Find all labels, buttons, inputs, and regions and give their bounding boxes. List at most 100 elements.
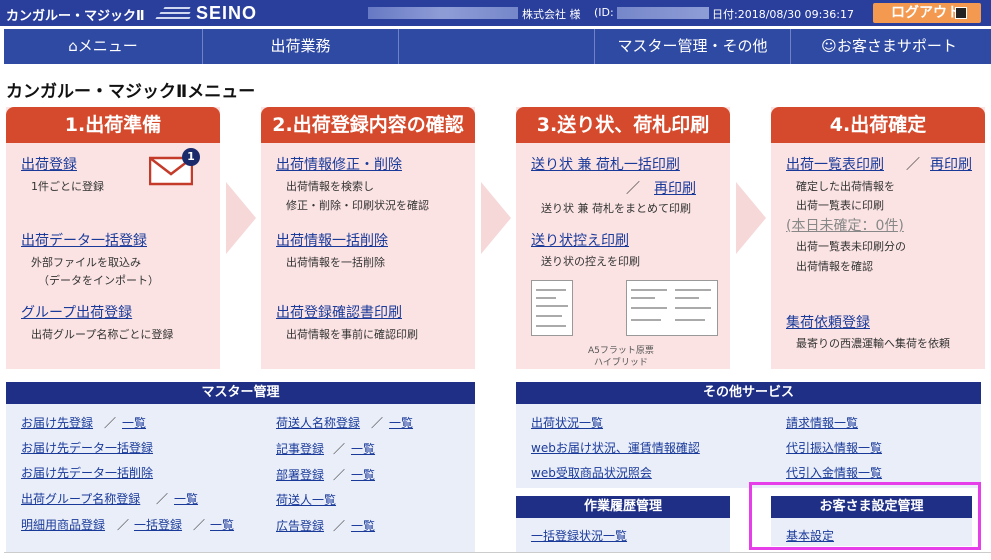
separator: ／ [906, 157, 920, 173]
step-arrow [481, 182, 511, 254]
form-caption: ハイブリッド [594, 358, 648, 368]
step-desc: 出荷情報を検索し [286, 180, 374, 193]
step-desc: 修正・削除・印刷状況を確認 [286, 199, 429, 212]
step-desc: 外部ファイルを取込み [31, 256, 141, 269]
separator: ／ [117, 518, 130, 532]
cod-payment-list-link[interactable]: 代引入金情報一覧 [786, 464, 882, 481]
sender-list-link[interactable]: 荷送人一覧 [276, 491, 336, 508]
step-desc: 最寄りの西濃運輸へ集荷を依頼 [796, 337, 950, 350]
date-display: 日付:2018/08/30 09:36:17 [712, 8, 855, 21]
step-desc: 出荷一覧表に印刷 [796, 199, 884, 212]
redacted-company-name [368, 7, 518, 19]
step-desc: 確定した出荷情報を [796, 180, 895, 193]
web-receipt-status-link[interactable]: web受取商品状況照会 [531, 464, 652, 481]
user-id-label: (ID: [594, 6, 614, 19]
step-desc: 出荷グループ名称ごとに登録 [31, 328, 174, 341]
separator: ／ [371, 416, 384, 430]
step-3-title: 3.送り状、荷札印刷 [516, 107, 730, 143]
invoice-tag-bulk-print-link[interactable]: 送り状 兼 荷札一括印刷 [531, 154, 680, 174]
step-desc: 出荷情報を一括削除 [286, 256, 385, 269]
shipment-confirm-print-link[interactable]: 出荷登録確認書印刷 [276, 302, 402, 322]
item-list-link[interactable]: 一覧 [210, 516, 234, 533]
web-delivery-status-link[interactable]: webお届け状況、運賃情報確認 [531, 439, 700, 456]
destination-bulk-register-link[interactable]: お届け先データ一括登録 [21, 439, 153, 456]
article-list-link[interactable]: 一覧 [351, 440, 375, 457]
shipment-group-list-link[interactable]: 一覧 [174, 490, 198, 507]
highlight-box [749, 482, 981, 550]
separator: ／ [156, 492, 169, 506]
separator: ／ [333, 442, 346, 456]
a5-flat-form-image [531, 280, 573, 336]
step-4-title: 4.出荷確定 [771, 107, 985, 143]
master-panel-title: マスター管理 [6, 382, 475, 404]
step-arrow [736, 182, 766, 254]
shipment-list-reprint-link[interactable]: 再印刷 [930, 154, 972, 174]
item-bulk-register-link[interactable]: 一括登録 [134, 516, 182, 533]
shipment-status-list-link[interactable]: 出荷状況一覧 [531, 414, 603, 431]
top-bar: カンガルー・マジックⅡ SEINO 株式会社 様 (ID: 日付:2018/08… [0, 0, 991, 26]
step-desc: 送り状 兼 荷札をまとめて印刷 [541, 202, 691, 215]
step-2-title: 2.出荷登録内容の確認 [261, 107, 475, 143]
nav-master[interactable]: マスター管理・その他 [595, 29, 791, 64]
ad-register-link[interactable]: 広告登録 [276, 517, 324, 534]
nav-menu[interactable]: ⌂メニュー [4, 29, 203, 64]
group-shipment-register-link[interactable]: グループ出荷登録 [21, 302, 132, 322]
shipment-register-link[interactable]: 出荷登録 [21, 154, 77, 174]
separator: ／ [104, 416, 117, 430]
pickup-request-link[interactable]: 集荷依頼登録 [786, 312, 870, 332]
other-services-title: その他サービス [516, 382, 981, 404]
invoice-copy-print-link[interactable]: 送り状控え印刷 [531, 230, 629, 250]
item-register-link[interactable]: 明細用商品登録 [21, 516, 105, 533]
shipment-edit-delete-link[interactable]: 出荷情報修正・削除 [276, 154, 402, 174]
step-desc: 1件ごとに登録 [31, 180, 104, 193]
shipment-list-print-link[interactable]: 出荷一覧表印刷 [786, 154, 884, 174]
step-desc: 送り状の控えを印刷 [541, 255, 640, 268]
nav-blank [399, 29, 595, 64]
step-1-title: 1.出荷準備 [6, 107, 220, 143]
department-list-link[interactable]: 一覧 [351, 466, 375, 483]
step-desc: 出荷情報を事前に確認印刷 [286, 328, 418, 341]
destination-register-link[interactable]: お届け先登録 [21, 414, 93, 431]
destination-bulk-delete-link[interactable]: お届け先データ一括削除 [21, 464, 153, 481]
page-title: カンガルー・マジックⅡメニュー [6, 82, 256, 102]
article-register-link[interactable]: 記事登録 [276, 440, 324, 457]
company-label: 株式会社 様 [522, 8, 581, 21]
logout-button[interactable]: ログアウト [873, 3, 981, 23]
sender-name-list-link[interactable]: 一覧 [389, 414, 413, 431]
shipment-group-register-link[interactable]: 出荷グループ名称登録 [21, 490, 140, 507]
billing-list-link[interactable]: 請求情報一覧 [786, 414, 858, 431]
department-register-link[interactable]: 部署登録 [276, 466, 324, 483]
cod-transfer-list-link[interactable]: 代引振込情報一覧 [786, 439, 882, 456]
ad-list-link[interactable]: 一覧 [351, 517, 375, 534]
bulk-register-status-link[interactable]: 一括登録状況一覧 [531, 527, 627, 544]
divider [4, 552, 991, 553]
shipment-bulk-register-link[interactable]: 出荷データ一括登録 [21, 230, 147, 250]
logout-label: ログアウト [891, 5, 961, 21]
unconfirmed-count-link[interactable]: (本日未確定：0件) [786, 215, 904, 235]
home-icon: ⌂ [68, 37, 78, 55]
nav-support[interactable]: ☺お客さまサポート [791, 29, 987, 64]
separator: ／ [193, 518, 206, 532]
work-history-title: 作業履歴管理 [516, 496, 730, 518]
step-desc: （データをインポート） [38, 274, 159, 287]
hybrid-form-image [626, 280, 718, 336]
separator: ／ [333, 519, 346, 533]
step-arrow [226, 182, 256, 254]
user-support-icon: ☺ [821, 37, 837, 55]
destination-list-link[interactable]: 一覧 [122, 414, 146, 431]
redacted-user-id [617, 7, 709, 19]
sender-name-register-link[interactable]: 荷送人名称登録 [276, 414, 360, 431]
step-desc: 出荷情報を確認 [796, 260, 873, 273]
invoice-reprint-link[interactable]: 再印刷 [654, 178, 696, 198]
separator: ／ [333, 468, 346, 482]
notification-badge: 1 [182, 148, 200, 166]
seino-logo-text: SEINO [196, 3, 258, 23]
separator: ／ [626, 181, 640, 197]
app-brand: カンガルー・マジックⅡ [6, 9, 145, 24]
main-nav: ⌂メニュー 出荷業務 マスター管理・その他 ☺お客さまサポート [4, 27, 991, 64]
shipment-bulk-delete-link[interactable]: 出荷情報一括削除 [276, 230, 388, 250]
nav-shipping[interactable]: 出荷業務 [203, 29, 399, 64]
step-desc: 出荷一覧表未印刷分の [796, 240, 906, 253]
logout-icon [955, 7, 967, 19]
seino-logo: SEINO [155, 2, 258, 24]
